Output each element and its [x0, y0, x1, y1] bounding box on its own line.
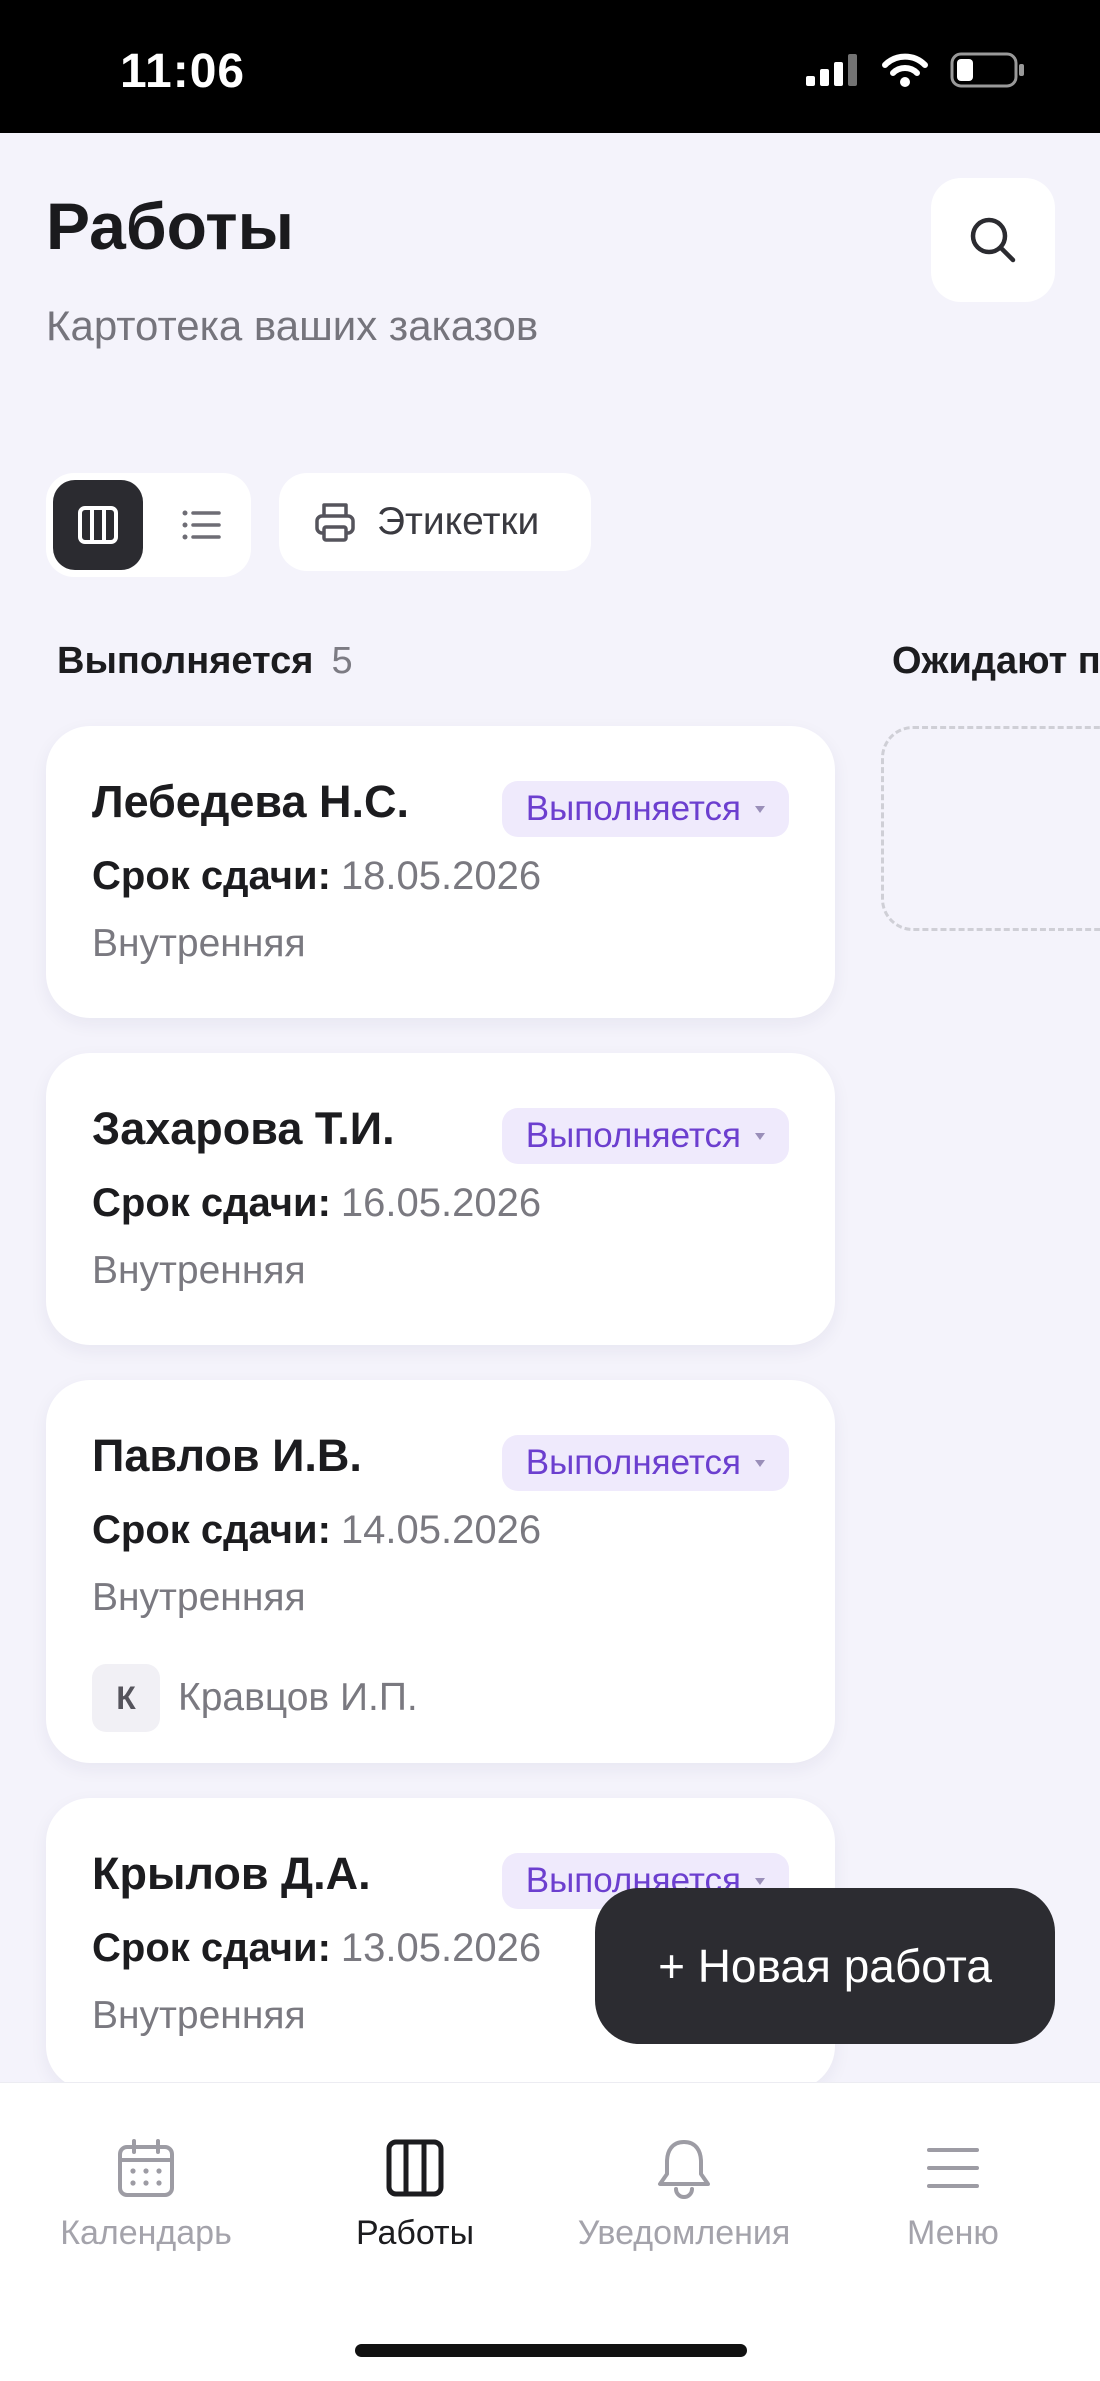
printer-icon: [315, 503, 355, 542]
caret-down-icon: [755, 1877, 765, 1885]
caret-down-icon: [755, 805, 765, 813]
nav-label: Уведомления: [577, 2214, 791, 2252]
signal-icon: [806, 54, 857, 86]
card-due-date: Срок сдачи: 13.05.2026: [92, 1926, 541, 1971]
column-count: 5: [331, 640, 353, 682]
page-subtitle: Картотека ваших заказов: [46, 302, 539, 349]
column-header-waiting: Ожидают п: [892, 640, 1100, 683]
column-header-in-progress: Выполняется 5: [57, 640, 353, 683]
due-label: Срок сдачи:: [92, 1508, 331, 1552]
status-badge-label: Выполняется: [525, 1116, 741, 1155]
card-due-date: Срок сдачи: 14.05.2026: [92, 1508, 541, 1553]
battery-icon: [950, 52, 1024, 88]
status-badge-label: Выполняется: [525, 1443, 741, 1482]
due-label: Срок сдачи:: [92, 1926, 331, 1970]
search-icon: [970, 217, 1016, 263]
nav-item-menu[interactable]: Меню: [818, 2138, 1088, 2253]
calendar-icon: [118, 2139, 174, 2197]
card-client-name: Павлов И.В.: [92, 1430, 362, 1481]
card-type: Внутренняя: [92, 1994, 306, 2037]
labels-button[interactable]: Этикетки: [279, 473, 591, 571]
status-badge[interactable]: Выполняется: [501, 781, 789, 837]
assignee-name: Кравцов И.П.: [178, 1676, 418, 1719]
new-job-button-label: + Новая работа: [658, 1940, 992, 1992]
search-button[interactable]: [931, 178, 1055, 302]
card-client-name: Крылов Д.А.: [92, 1848, 371, 1899]
card-assignee: К Кравцов И.П.: [92, 1664, 418, 1732]
nav-label: Работы: [355, 2214, 475, 2252]
nav-item-calendar[interactable]: Календарь: [11, 2138, 281, 2253]
kanban-icon: [78, 506, 118, 544]
nav-label: Календарь: [60, 2214, 232, 2252]
view-toggle: [46, 473, 251, 577]
new-job-button[interactable]: + Новая работа: [595, 1888, 1055, 2044]
empty-column-placeholder: [881, 726, 1100, 931]
card-type: Внутренняя: [92, 1249, 306, 1292]
bell-icon: [658, 2140, 710, 2199]
status-badge[interactable]: Выполняется: [501, 1435, 789, 1491]
nav-item-notifications[interactable]: Уведомления: [549, 2138, 819, 2253]
wifi-icon: [882, 53, 928, 87]
card-client-name: Захарова Т.И.: [92, 1103, 395, 1154]
due-value: 13.05.2026: [340, 1926, 542, 1970]
status-time: 11:06: [120, 45, 246, 98]
page-title: Работы: [46, 189, 294, 263]
menu-icon: [927, 2148, 979, 2188]
due-label: Срок сдачи:: [92, 854, 331, 898]
status-badge-label: Выполняется: [525, 789, 741, 828]
bottom-navigation: Календарь Работы Уведомления Меню: [0, 2082, 1100, 2381]
card-type: Внутренняя: [92, 922, 306, 965]
list-icon: [182, 510, 221, 540]
list-view-button[interactable]: [156, 480, 246, 570]
board-view-button[interactable]: [53, 480, 143, 570]
job-card[interactable]: Павлов И.В. Выполняется Срок сдачи: 14.05…: [46, 1380, 835, 1763]
column-title: Ожидают п: [892, 640, 1100, 682]
home-indicator: [355, 2344, 747, 2357]
due-value: 16.05.2026: [340, 1181, 542, 1225]
card-type: Внутренняя: [92, 1576, 306, 1619]
due-label: Срок сдачи:: [92, 1181, 331, 1225]
avatar: К: [92, 1664, 160, 1732]
caret-down-icon: [755, 1459, 765, 1467]
card-client-name: Лебедева Н.С.: [92, 776, 410, 827]
status-bar: 11:06: [0, 0, 1100, 133]
column-title: Выполняется: [57, 640, 314, 682]
nav-label: Меню: [907, 2214, 999, 2252]
job-card[interactable]: Лебедева Н.С. Выполняется Срок сдачи: 18.…: [46, 726, 835, 1018]
status-badge[interactable]: Выполняется: [501, 1108, 789, 1164]
labels-button-label: Этикетки: [377, 500, 540, 543]
card-due-date: Срок сдачи: 18.05.2026: [92, 854, 541, 899]
kanban-icon: [386, 2139, 444, 2197]
status-icons: [806, 52, 1026, 88]
job-card[interactable]: Захарова Т.И. Выполняется Срок сдачи: 16.…: [46, 1053, 835, 1345]
nav-item-jobs[interactable]: Работы: [280, 2138, 550, 2253]
caret-down-icon: [755, 1132, 765, 1140]
due-value: 18.05.2026: [340, 854, 542, 898]
card-due-date: Срок сдачи: 16.05.2026: [92, 1181, 541, 1226]
due-value: 14.05.2026: [340, 1508, 542, 1552]
